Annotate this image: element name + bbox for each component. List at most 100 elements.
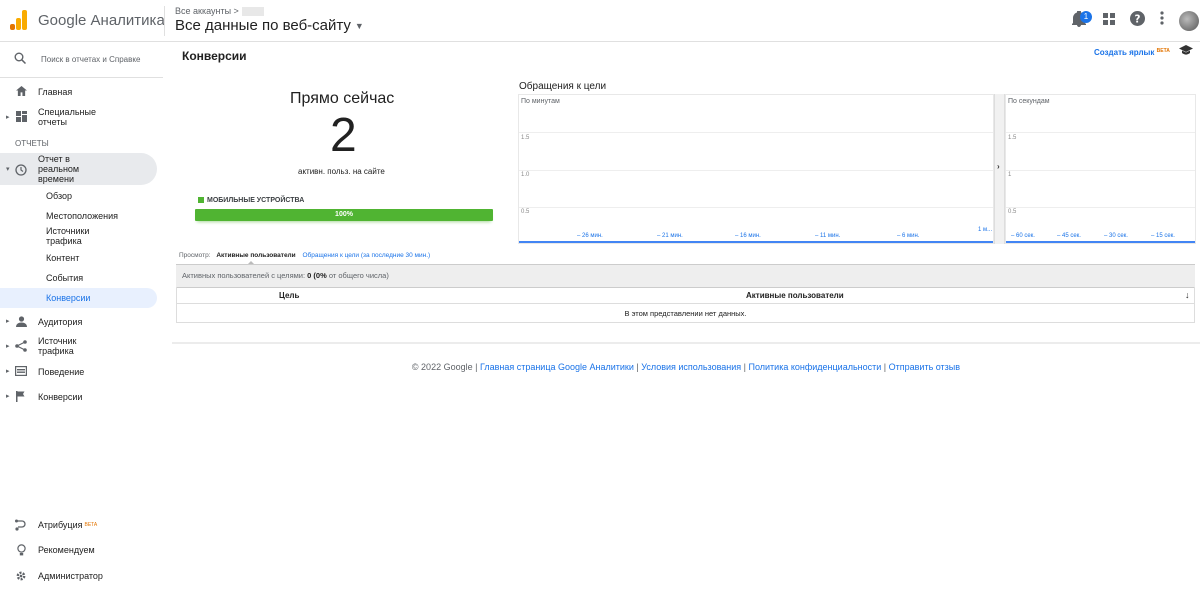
sub-conversions[interactable]: Конверсии (46, 293, 90, 303)
nav-attribution[interactable]: Атрибуция BETA (0, 518, 163, 532)
home-icon (15, 86, 27, 98)
divider (164, 6, 165, 36)
device-share-bar: 100% (195, 209, 493, 221)
gridline (1006, 207, 1195, 208)
per-minute-label: По минутам (521, 98, 560, 105)
create-shortcut-button[interactable]: Создать ярлык BETA (1094, 48, 1170, 57)
copyright: © 2022 Google (411, 362, 473, 372)
y-tick: 1.5 (521, 135, 530, 141)
view-tab-active-users[interactable]: Активные пользователи (216, 252, 295, 259)
x-tick: – 30 сек. (1104, 233, 1128, 239)
y-tick: 1.5 (1008, 135, 1017, 141)
footer-link-terms[interactable]: Условия использования (641, 362, 741, 372)
redacted-account (241, 7, 264, 17)
footer-link-feedback[interactable]: Отправить отзыв (889, 362, 960, 372)
x-tick: – 15 сек. (1151, 233, 1175, 239)
gridline (1006, 132, 1195, 133)
account-breadcrumb[interactable]: Все аккаунты > (175, 6, 264, 17)
expand-arrow-icon: ▸ (6, 318, 10, 325)
view-label: Просмотр: (179, 252, 211, 259)
footer-divider (172, 342, 1200, 344)
clock-icon (15, 164, 27, 176)
per-second-label: По секундам (1008, 98, 1050, 105)
sub-overview[interactable]: Обзор (46, 191, 72, 201)
x-tick: – 6 мин. (897, 233, 920, 239)
nav-acquisition[interactable]: ▸ Источник трафика (0, 335, 163, 357)
academy-cap-icon[interactable] (1179, 45, 1193, 58)
footer-link-home[interactable]: Главная страница Google Аналитики (480, 362, 634, 372)
sub-events[interactable]: События (46, 273, 83, 283)
x-tick: – 21 мин. (657, 233, 683, 239)
more-icon[interactable] (1152, 11, 1172, 31)
nav-label: Источник трафика (38, 336, 77, 356)
legend-swatch (198, 197, 204, 204)
svg-text:?: ? (1134, 13, 1140, 25)
collapse-arrow-icon: ▾ (6, 166, 10, 173)
gridline (519, 170, 993, 171)
brand-name[interactable]: Google Аналитика (38, 12, 165, 29)
nav-behavior[interactable]: ▸ Поведение (0, 365, 163, 379)
footer-link-privacy[interactable]: Политика конфиденциальности (749, 362, 882, 372)
x-tick: – 11 мин. (815, 233, 841, 239)
summary-tail: от общего числа) (328, 271, 389, 280)
column-goal[interactable]: Цель (279, 291, 299, 300)
y-tick: 0.5 (521, 209, 530, 215)
x-axis (1006, 241, 1195, 243)
gridline (519, 207, 993, 208)
nav-home[interactable]: Главная (0, 85, 163, 99)
beta-badge: BETA (84, 522, 98, 528)
x-tick: 1 м... (978, 227, 993, 233)
y-tick: 1 (1008, 172, 1012, 178)
section-reports-label: ОТЧЕТЫ (15, 139, 49, 148)
expand-arrow-icon: ▸ (6, 368, 10, 375)
legend-label: МОБИЛЬНЫЕ УСТРОЙСТВА (207, 197, 305, 204)
sub-locations[interactable]: Местоположения (46, 211, 118, 221)
sub-content[interactable]: Контент (46, 253, 79, 263)
x-tick: – 16 мин. (735, 233, 761, 239)
nav-label: Атрибуция (38, 520, 83, 530)
column-active-users[interactable]: Активные пользователи (746, 291, 844, 300)
chart-title: Обращения к цели (519, 81, 607, 92)
analytics-logo-icon[interactable] (10, 10, 28, 30)
nav-discover[interactable]: Рекомендуем (0, 543, 163, 557)
avatar[interactable] (1179, 11, 1199, 31)
table-header: Цель Активные пользователи ↓ (176, 287, 1195, 304)
breadcrumb-text: Все аккаунты > (175, 6, 239, 16)
shortcut-label: Создать ярлык (1094, 48, 1155, 57)
gear-icon (15, 570, 27, 582)
active-users-count: 2 (330, 109, 357, 162)
sort-down-icon[interactable]: ↓ (1185, 290, 1190, 300)
search-box[interactable]: Поиск в отчетах и Справке (0, 42, 163, 78)
x-tick: – 60 сек. (1011, 233, 1035, 239)
chart-toggle-button[interactable]: › (994, 94, 1005, 244)
view-selector[interactable]: Все данные по веб-сайту ▼ (175, 17, 364, 34)
expand-arrow-icon: ▸ (6, 343, 10, 350)
dashboard-icon (15, 111, 27, 123)
sub-traffic-sources[interactable]: Источники трафика (46, 226, 116, 246)
nav-custom-reports[interactable]: ▸ Специальные отчеты (0, 106, 163, 128)
view-tab-goal-hits[interactable]: Обращения к цели (за последние 30 мин.) (303, 252, 431, 259)
per-second-chart: По секундам 1.5 1 0.5 – 60 сек. – 45 сек… (1005, 94, 1196, 244)
nav-label: Конверсии (38, 392, 83, 402)
x-axis (519, 241, 993, 243)
search-icon (14, 52, 27, 67)
nav-realtime[interactable]: ▾ Отчет в реальном времени (0, 153, 163, 185)
x-tick: – 45 сек. (1057, 233, 1081, 239)
view-name: Все данные по веб-сайту (175, 17, 351, 34)
x-tick: – 26 мин. (577, 233, 603, 239)
person-icon (15, 316, 27, 328)
page-title: Конверсии (182, 49, 247, 63)
help-icon[interactable]: ? (1127, 11, 1147, 31)
sidebar: Поиск в отчетах и Справке Главная ▸ Спец… (0, 42, 163, 600)
nav-admin[interactable]: Администратор (0, 569, 163, 583)
active-users-label: активн. польз. на сайте (298, 167, 385, 176)
flag-icon (15, 391, 27, 403)
notification-badge: 1 (1080, 11, 1092, 23)
apps-icon[interactable] (1099, 11, 1119, 31)
nav-conversions[interactable]: ▸ Конверсии (0, 390, 163, 404)
nav-label: Специальные отчеты (38, 107, 96, 127)
nav-label: Отчет в реальном времени (38, 154, 80, 184)
right-now-heading: Прямо сейчас (290, 90, 395, 107)
top-bar: Google Аналитика Все аккаунты > Все данн… (0, 0, 1200, 42)
nav-audience[interactable]: ▸ Аудитория (0, 315, 163, 329)
